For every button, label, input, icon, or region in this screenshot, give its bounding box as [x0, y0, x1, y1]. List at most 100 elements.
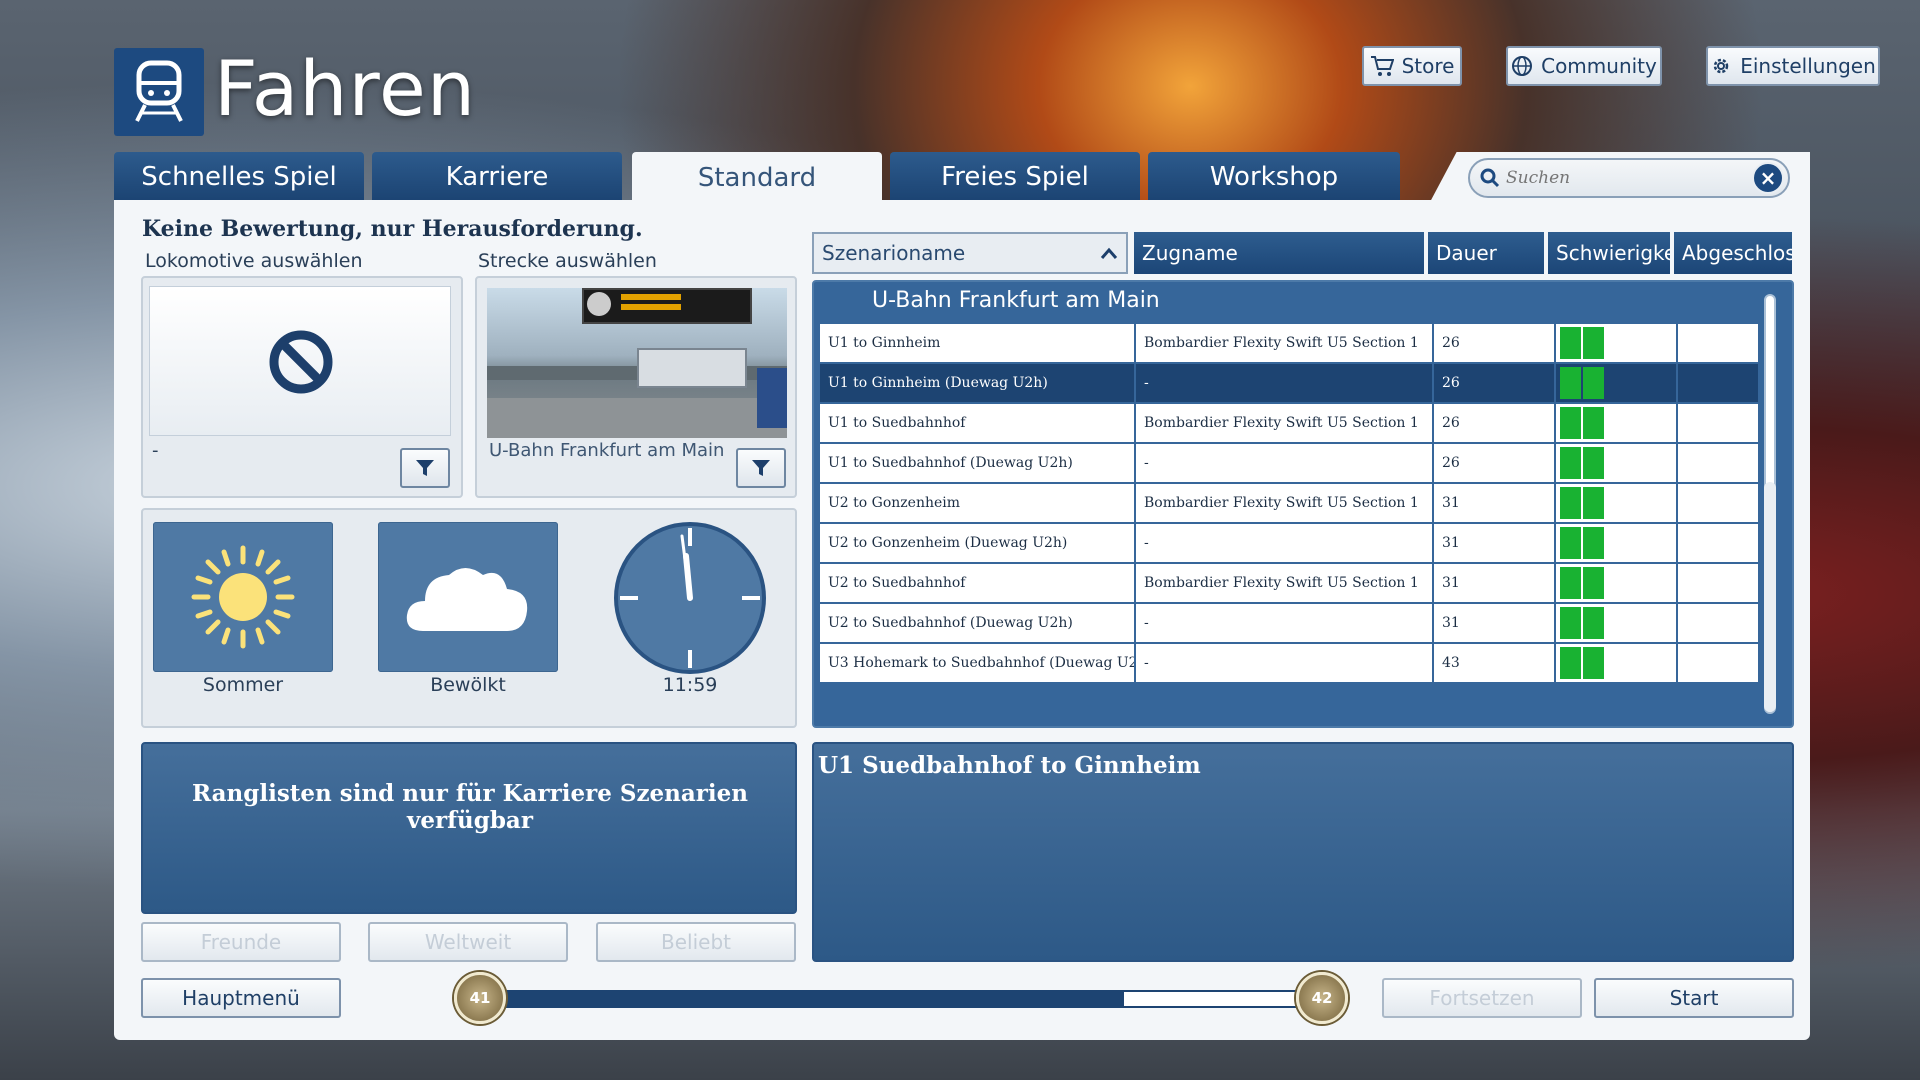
store-button[interactable]: Store	[1362, 46, 1462, 86]
table-row[interactable]: U1 to Suedbahnhof (Duewag U2h) -26	[820, 444, 1760, 482]
cloud-icon	[406, 568, 528, 631]
column-scenario-name-label: Szenarioname	[822, 241, 966, 265]
table-row[interactable]: U2 to Suedbahnhof Bombardier Flexity Swif…	[820, 564, 1760, 602]
settings-label: Einstellungen	[1740, 54, 1876, 78]
train-name-cell: -	[1136, 524, 1434, 562]
train-name-cell: -	[1136, 444, 1434, 482]
weather-tile[interactable]	[378, 522, 558, 672]
difficulty-segment	[1560, 527, 1581, 559]
season-tile[interactable]	[153, 522, 333, 672]
difficulty-bar	[1560, 567, 1604, 599]
close-icon[interactable]: ×	[1752, 162, 1784, 194]
difficulty-cell	[1556, 524, 1678, 562]
completed-cell	[1678, 364, 1760, 402]
table-row[interactable]: U1 to Ginnheim Bombardier Flexity Swift U…	[820, 324, 1760, 362]
season-label: Sommer	[202, 674, 284, 696]
duration-cell: 43	[1434, 644, 1556, 682]
popular-button[interactable]: Beliebt	[596, 922, 796, 962]
cart-icon	[1370, 56, 1394, 76]
difficulty-cell	[1556, 324, 1678, 362]
scenario-name-cell: U3 Hohemark to Suedbahnhof (Duewag U2h)	[820, 644, 1136, 682]
scenario-name-cell: U2 to Suedbahnhof (Duewag U2h)	[820, 604, 1136, 642]
table-row[interactable]: U1 to Ginnheim (Duewag U2h) -26	[820, 364, 1760, 402]
difficulty-segment	[1560, 327, 1581, 359]
difficulty-cell	[1556, 364, 1678, 402]
difficulty-segment	[1560, 447, 1581, 479]
difficulty-segment	[1560, 407, 1581, 439]
scenario-name-cell: U1 to Suedbahnhof	[820, 404, 1136, 442]
scrollbar-thumb[interactable]	[1764, 482, 1776, 712]
table-row[interactable]: U2 to Gonzenheim Bombardier Flexity Swift…	[820, 484, 1760, 522]
search-input[interactable]	[1506, 168, 1746, 188]
difficulty-segment	[1560, 647, 1581, 679]
difficulty-bar	[1560, 367, 1604, 399]
sun-icon	[191, 545, 295, 649]
column-duration[interactable]: Dauer	[1428, 232, 1544, 274]
difficulty-segment	[1583, 447, 1604, 479]
scenario-name-cell: U2 to Gonzenheim	[820, 484, 1136, 522]
duration-cell: 31	[1434, 564, 1556, 602]
difficulty-segment	[1583, 647, 1604, 679]
next-level-badge: 42	[1296, 972, 1348, 1024]
completed-cell	[1678, 564, 1760, 602]
column-difficulty[interactable]: Schwierigke	[1548, 232, 1670, 274]
tab-free-play[interactable]: Freies Spiel	[890, 152, 1140, 202]
difficulty-cell	[1556, 564, 1678, 602]
route-value: U-Bahn Frankfurt am Main	[489, 440, 725, 461]
tab-workshop[interactable]: Workshop	[1148, 152, 1400, 202]
difficulty-cell	[1556, 644, 1678, 682]
completed-cell	[1678, 604, 1760, 642]
worldwide-button[interactable]: Weltweit	[368, 922, 568, 962]
difficulty-segment	[1560, 607, 1581, 639]
column-completed[interactable]: Abgeschlos	[1674, 232, 1792, 274]
train-name-cell: Bombardier Flexity Swift U5 Section 1	[1136, 324, 1434, 362]
start-button[interactable]: Start	[1594, 978, 1794, 1018]
scenario-details-title: U1 Suedbahnhof to Ginnheim	[818, 752, 1201, 779]
globe-icon	[1512, 56, 1533, 76]
difficulty-bar	[1560, 327, 1604, 359]
difficulty-cell	[1556, 484, 1678, 522]
current-level-badge: 41	[454, 972, 506, 1024]
settings-button[interactable]: Einstellungen	[1706, 46, 1880, 86]
route-filter-button[interactable]	[736, 448, 786, 488]
store-label: Store	[1401, 54, 1455, 78]
filter-icon	[416, 460, 434, 476]
xp-progress-fill	[502, 990, 1124, 1008]
difficulty-segment	[1583, 607, 1604, 639]
tab-standard[interactable]: Standard	[632, 152, 882, 204]
mode-subtitle: Keine Bewertung, nur Herausforderung.	[142, 216, 643, 242]
page-title: Fahren	[214, 44, 476, 133]
loco-value: -	[152, 440, 159, 461]
difficulty-bar	[1560, 607, 1604, 639]
main-menu-button[interactable]: Hauptmenü	[141, 978, 341, 1018]
loco-filter-button[interactable]	[400, 448, 450, 488]
tab-career[interactable]: Karriere	[372, 152, 622, 202]
train-name-cell: -	[1136, 644, 1434, 682]
table-row[interactable]: U3 Hohemark to Suedbahnhof (Duewag U2h) -…	[820, 644, 1760, 682]
train-name-cell: -	[1136, 604, 1434, 642]
friends-button[interactable]: Freunde	[141, 922, 341, 962]
filter-icon	[752, 460, 770, 476]
table-row[interactable]: U2 to Suedbahnhof (Duewag U2h) -31	[820, 604, 1760, 642]
difficulty-segment	[1583, 567, 1604, 599]
time-clock[interactable]	[612, 520, 768, 676]
community-button[interactable]: Community	[1506, 46, 1662, 86]
difficulty-cell	[1556, 604, 1678, 642]
column-train-name[interactable]: Zugname	[1134, 232, 1424, 274]
difficulty-segment	[1560, 567, 1581, 599]
column-scenario-name[interactable]: Szenarioname	[812, 232, 1128, 274]
continue-button[interactable]: Fortsetzen	[1382, 978, 1582, 1018]
completed-cell	[1678, 484, 1760, 522]
gear-icon	[1713, 58, 1729, 74]
table-row[interactable]: U2 to Gonzenheim (Duewag U2h) -31	[820, 524, 1760, 562]
search-box: ×	[1468, 158, 1790, 198]
difficulty-bar	[1560, 407, 1604, 439]
clock-icon	[614, 522, 766, 674]
tab-quick-game[interactable]: Schnelles Spiel	[114, 152, 364, 202]
duration-cell: 31	[1434, 604, 1556, 642]
train-icon	[135, 60, 183, 122]
table-row[interactable]: U1 to Suedbahnhof Bombardier Flexity Swif…	[820, 404, 1760, 442]
difficulty-segment	[1560, 367, 1581, 399]
route-preview-image	[487, 288, 787, 438]
scenario-name-cell: U2 to Suedbahnhof	[820, 564, 1136, 602]
